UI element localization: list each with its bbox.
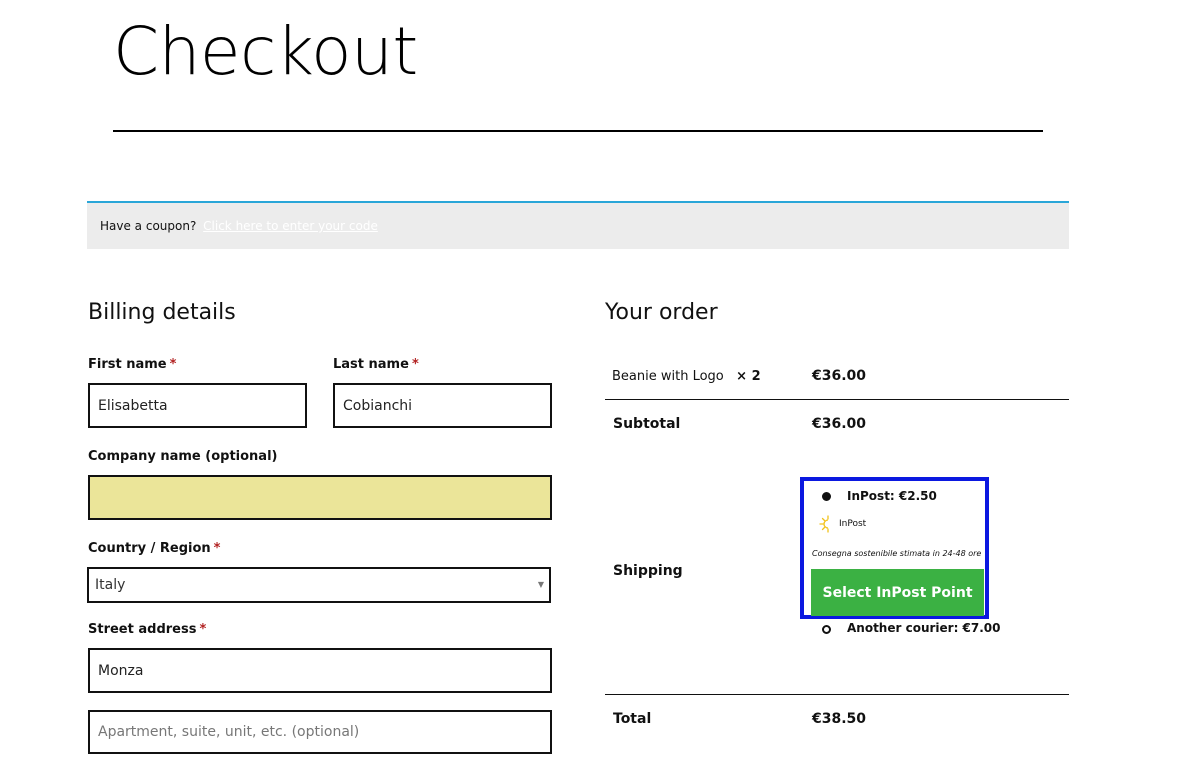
company-field[interactable] [88,475,552,520]
another-courier-radio[interactable] [822,625,831,634]
required-mark: * [411,357,419,372]
total-label: Total [613,711,652,727]
country-label: Country / Region * [88,541,221,556]
billing-heading: Billing details [88,300,236,325]
coupon-notice: Have a coupon? Click here to enter your … [87,201,1069,249]
required-mark: * [169,357,177,372]
required-mark: * [213,541,221,556]
order-item-name: Beanie with Logo [612,369,724,384]
inpost-radio[interactable] [822,492,831,501]
title-divider [113,130,1043,132]
coupon-link[interactable]: Click here to enter your code [203,219,378,233]
inpost-delivery-note: Consegna sostenibile stimata in 24-48 or… [812,549,982,558]
coupon-prompt: Have a coupon? [100,219,197,233]
street-address-2-field[interactable] [88,710,552,754]
order-divider [605,694,1069,695]
order-heading: Your order [605,300,718,325]
subtotal-value: €36.00 [812,416,867,432]
last-name-label: Last name * [333,357,419,372]
inpost-brand-text: InPost [839,519,867,529]
country-select[interactable]: Italy ▼ [87,567,551,603]
required-mark: * [199,622,207,637]
shipping-label: Shipping [613,563,683,579]
another-courier-label: Another courier: €7.00 [847,621,1001,635]
select-inpost-point-button[interactable]: Select InPost Point [811,569,984,616]
order-divider [605,399,1069,400]
country-select-value: Italy [95,577,126,593]
page-title: Checkout [113,13,418,90]
inpost-logo: InPost [818,514,866,534]
inpost-option-label: InPost: €2.50 [847,489,937,503]
order-item-price: €36.00 [812,368,867,384]
inpost-sun-icon [819,515,829,533]
last-name-field[interactable] [333,383,552,428]
first-name-label: First name * [88,357,177,372]
company-label: Company name (optional) [88,449,278,464]
subtotal-label: Subtotal [613,416,681,432]
total-value: €38.50 [812,711,867,727]
first-name-field[interactable] [88,383,307,428]
street-label: Street address * [88,622,207,637]
order-item: Beanie with Logo × 2 [612,369,761,384]
order-item-qty: × 2 [736,369,761,384]
street-address-field[interactable] [88,648,552,693]
caret-down-icon: ▼ [537,580,544,589]
